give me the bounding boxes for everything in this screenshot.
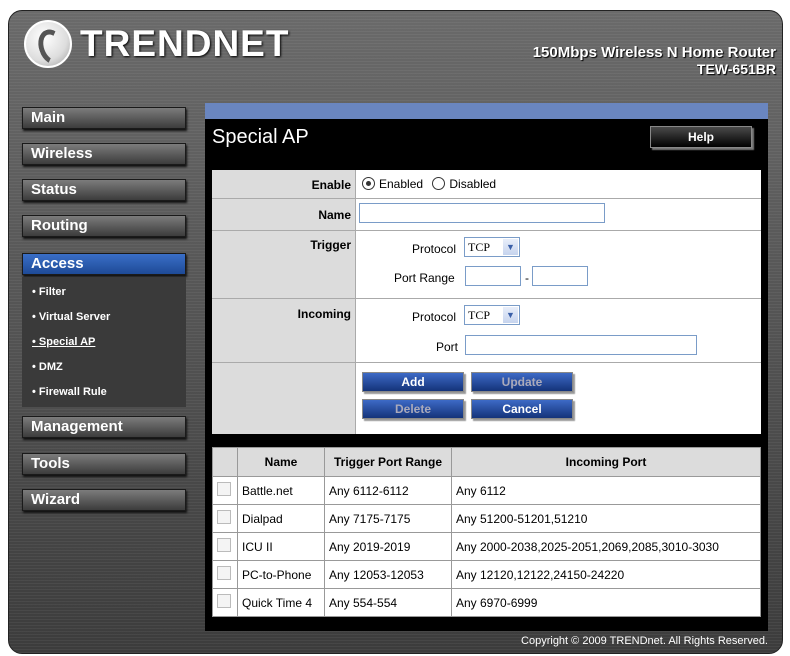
row-checkbox[interactable] xyxy=(217,510,231,525)
disabled-label: Disabled xyxy=(449,177,497,191)
select-column-header xyxy=(212,446,238,478)
nav-tools[interactable]: Tools xyxy=(22,453,186,475)
enable-label: Enable xyxy=(311,178,351,192)
submenu-item-label: Firewall Rule xyxy=(38,386,107,398)
row-name: ICU II xyxy=(237,532,325,562)
product-name: 150Mbps Wireless N Home Router xyxy=(532,44,776,61)
help-button[interactable]: Help xyxy=(650,126,752,148)
cancel-button[interactable]: Cancel xyxy=(471,399,573,419)
nav-routing[interactable]: Routing xyxy=(22,215,186,237)
port-range-end-input[interactable] xyxy=(532,266,588,286)
row-checkbox[interactable] xyxy=(217,482,231,497)
row-checkbox[interactable] xyxy=(217,594,231,608)
column-header-name: Name xyxy=(237,446,325,478)
product-model: TEW-651BR xyxy=(696,61,776,77)
disabled-radio[interactable] xyxy=(432,177,446,190)
row-checkbox[interactable] xyxy=(217,538,231,553)
row-trigger: Any 6112-6112 xyxy=(324,476,452,506)
brand-name: TRENDNET xyxy=(80,23,290,64)
divider xyxy=(212,298,761,299)
special-ap-form: Enable Enabled Disabled Name Trigger Pro… xyxy=(212,170,761,434)
row-name: Battle.net xyxy=(237,476,325,506)
incoming-label: Incoming xyxy=(297,307,351,321)
divider xyxy=(212,362,761,363)
row-trigger: Any 12053-12053 xyxy=(324,560,452,589)
incoming-port-label: Port xyxy=(436,340,459,354)
divider xyxy=(212,198,761,199)
row-name: Dialpad xyxy=(237,504,325,534)
delete-button[interactable]: Delete xyxy=(362,399,464,419)
row-select-cell xyxy=(212,532,238,562)
row-incoming: Any 12120,12122,24150-24220 xyxy=(451,560,761,589)
row-incoming: Any 51200-51201,51210 xyxy=(451,504,761,534)
nav-management[interactable]: Management xyxy=(22,416,186,438)
table-row[interactable]: Dialpad Any 7175-7175 Any 51200-51201,51… xyxy=(212,504,761,534)
trendnet-logo: TRENDNET xyxy=(24,20,289,68)
product-info: 150Mbps Wireless N Home Router TEW-651BR xyxy=(533,44,776,77)
special-ap-table: Name Trigger Port Range Incoming Port Ba… xyxy=(212,446,761,617)
trendnet-logo-icon xyxy=(24,20,72,68)
enable-radio-group: Enabled Disabled xyxy=(362,177,496,191)
row-incoming: Any 6970-6999 xyxy=(451,588,761,617)
trigger-protocol-select[interactable]: TCP ▼ xyxy=(464,237,520,257)
nav-wireless[interactable]: Wireless xyxy=(22,143,186,165)
row-name: Quick Time 4 xyxy=(237,588,325,617)
chevron-down-icon: ▼ xyxy=(503,239,518,255)
submenu-item-label: DMZ xyxy=(38,361,63,373)
row-trigger: Any 554-554 xyxy=(324,588,452,617)
row-select-cell xyxy=(212,560,238,589)
submenu-item-firewall-rule[interactable]: • Firewall Rule xyxy=(32,386,107,398)
row-incoming: Any 2000-2038,2025-2051,2069,2085,3010-3… xyxy=(451,532,761,562)
incoming-protocol-label: Protocol xyxy=(412,310,457,324)
port-range-label: Port Range xyxy=(394,271,455,285)
table-row[interactable]: Quick Time 4 Any 554-554 Any 6970-6999 xyxy=(212,588,761,617)
nav-access[interactable]: Access xyxy=(22,253,186,275)
copyright-text: Copyright © 2009 TRENDnet. All Rights Re… xyxy=(521,635,768,647)
incoming-protocol-value: TCP xyxy=(468,308,491,322)
submenu-item-virtual-server[interactable]: • Virtual Server xyxy=(32,311,110,323)
submenu-item-special-ap[interactable]: • Special AP xyxy=(32,336,95,348)
row-select-cell xyxy=(212,476,238,506)
port-range-start-input[interactable] xyxy=(465,266,521,286)
row-incoming: Any 6112 xyxy=(451,476,761,506)
port-range-separator: - xyxy=(525,271,529,285)
enabled-label: Enabled xyxy=(379,177,424,191)
column-header-incoming: Incoming Port xyxy=(451,446,761,478)
trigger-protocol-label: Protocol xyxy=(412,242,457,256)
name-input[interactable] xyxy=(359,203,605,223)
row-checkbox[interactable] xyxy=(217,566,231,581)
submenu-item-filter[interactable]: • Filter xyxy=(32,286,66,298)
enabled-radio[interactable] xyxy=(362,177,375,190)
divider xyxy=(212,230,761,231)
page-title: Special AP xyxy=(212,126,309,148)
name-label: Name xyxy=(318,208,351,222)
nav-main[interactable]: Main xyxy=(22,107,186,129)
submenu-item-label: Virtual Server xyxy=(38,311,111,323)
update-button[interactable]: Update xyxy=(471,372,573,392)
row-name: PC-to-Phone xyxy=(237,560,325,589)
incoming-protocol-select[interactable]: TCP ▼ xyxy=(464,305,520,325)
submenu-item-label: Special AP xyxy=(38,336,96,348)
row-select-cell xyxy=(212,504,238,534)
table-header-row: Name Trigger Port Range Incoming Port xyxy=(212,446,761,478)
trigger-label: Trigger xyxy=(310,238,351,252)
table-row[interactable]: PC-to-Phone Any 12053-12053 Any 12120,12… xyxy=(212,560,761,589)
trigger-protocol-value: TCP xyxy=(468,240,491,254)
chevron-down-icon: ▼ xyxy=(503,307,518,323)
column-header-trigger: Trigger Port Range xyxy=(324,446,452,478)
nav-wizard[interactable]: Wizard xyxy=(22,489,186,511)
row-select-cell xyxy=(212,588,238,617)
row-trigger: Any 7175-7175 xyxy=(324,504,452,534)
add-button[interactable]: Add xyxy=(362,372,464,392)
incoming-port-input[interactable] xyxy=(465,335,697,355)
row-trigger: Any 2019-2019 xyxy=(324,532,452,562)
table-row[interactable]: ICU II Any 2019-2019 Any 2000-2038,2025-… xyxy=(212,532,761,562)
submenu-item-dmz[interactable]: • DMZ xyxy=(32,361,63,373)
table-row[interactable]: Battle.net Any 6112-6112 Any 6112 xyxy=(212,476,761,506)
submenu-item-label: Filter xyxy=(38,286,66,298)
nav-status[interactable]: Status xyxy=(22,179,186,201)
